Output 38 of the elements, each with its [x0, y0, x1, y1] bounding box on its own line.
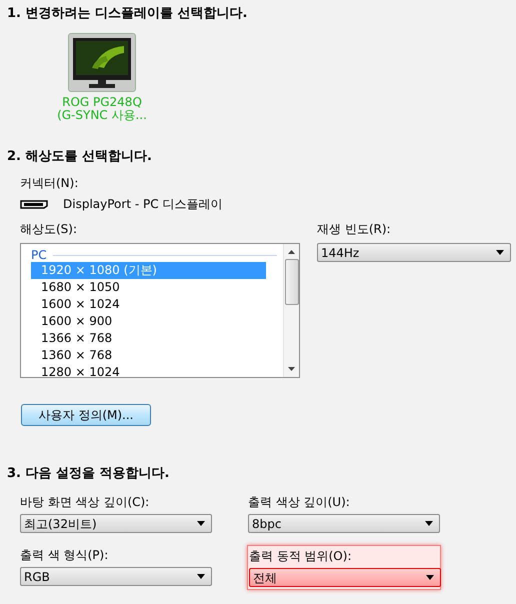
monitor-tile[interactable] [68, 33, 136, 92]
section-heading: 3. 다음 설정을 적용합니다. [7, 466, 170, 482]
caret-icon [197, 521, 205, 526]
list-item[interactable]: 1680 × 1050 [31, 279, 266, 296]
scroll-thumb[interactable] [284, 259, 298, 305]
section-heading: 2. 해상도를 선택합니다. [7, 149, 153, 165]
dropdown[interactable]: RGB [20, 567, 212, 586]
list-item[interactable]: 1366 × 768 [31, 330, 266, 347]
group-header: PC [31, 248, 47, 262]
connector-text: DisplayPort - PC 디스플레이 [63, 196, 222, 213]
caret-icon [426, 575, 434, 580]
list-item[interactable]: 1280 × 1024 [31, 364, 266, 377]
custom-button[interactable]: 사용자 정의(M)... [21, 404, 151, 426]
scrollbar[interactable] [283, 244, 299, 377]
port-icon [20, 200, 48, 208]
dropdown[interactable]: 전체 [249, 568, 441, 587]
resolution-list[interactable]: PC 1920 × 1080 (기본) 1680 × 1050 1600 × 1024 1600 × 900 1366 × 768 1360 × 768 1280 × 1024 [20, 243, 300, 378]
caret-icon [496, 250, 504, 255]
field-label: 재생 빈도(R): [317, 221, 392, 237]
field-label: 출력 색상 깊이(U): [248, 494, 351, 510]
list-item[interactable]: 1600 × 1024 [31, 296, 266, 313]
field-label: 출력 색 형식(P): [20, 547, 110, 563]
field-label: 커넥터(N): [20, 175, 80, 191]
monitor-icon [72, 36, 132, 90]
refresh-rate-dropdown[interactable]: 144Hz [317, 243, 511, 262]
section-heading: 1. 변경하려는 디스플레이를 선택합니다. [7, 6, 248, 22]
scroll-up-icon[interactable] [288, 250, 295, 254]
dropdown[interactable]: 8bpc [248, 514, 440, 533]
field-label: 출력 동적 범위(O): [249, 548, 352, 564]
field-label: 바탕 화면 색상 깊이(C): [20, 494, 150, 510]
list-item[interactable]: 1600 × 900 [31, 313, 266, 330]
caret-icon [425, 521, 433, 526]
list-item[interactable]: 1360 × 768 [31, 347, 266, 364]
caret-icon [197, 574, 205, 579]
dropdown[interactable]: 최고(32비트) [20, 514, 212, 533]
scroll-down-icon[interactable] [288, 367, 295, 371]
monitor-name: ROG PG248Q (G-SYNC 사용... [57, 96, 147, 122]
field-label: 해상도(S): [20, 221, 78, 237]
